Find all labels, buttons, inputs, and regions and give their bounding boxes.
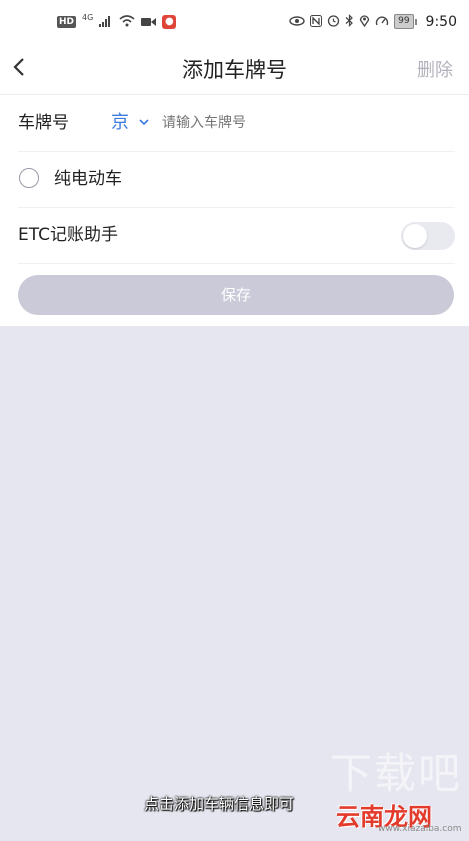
chevron-down-icon[interactable]: [138, 116, 150, 128]
eye-icon: [289, 13, 305, 31]
delete-button[interactable]: 删除: [417, 56, 453, 82]
nav-header: 添加车牌号 删除: [0, 44, 469, 95]
nfc-icon: [310, 12, 323, 31]
location-icon: [359, 12, 370, 31]
video-camera-icon: [141, 12, 157, 31]
wifi-icon: [119, 12, 135, 31]
speedometer-icon: [375, 12, 389, 31]
etc-row: ETC记账助手: [18, 208, 455, 264]
province-selector[interactable]: 京: [111, 95, 129, 151]
plate-number-input[interactable]: [162, 95, 432, 151]
save-button[interactable]: 保存: [18, 275, 454, 315]
bluetooth-icon: [345, 12, 354, 31]
watermark-large: 下载吧: [330, 749, 463, 798]
status-bar: HD 4G ● 99 9:50: [0, 0, 469, 44]
ev-label: 纯电动车: [54, 169, 122, 189]
etc-label: ETC记账助手: [18, 225, 118, 245]
signal-icon: [99, 12, 113, 31]
plate-label: 车牌号: [18, 113, 69, 133]
page-title: 添加车牌号: [182, 58, 287, 82]
plate-row: 车牌号 京: [18, 95, 455, 152]
ev-radio[interactable]: [19, 168, 39, 188]
network-type: 4G: [82, 13, 94, 22]
status-left: HD 4G ●: [57, 12, 177, 31]
status-right: 99 9:50: [289, 12, 457, 31]
video-caption: 点击添加车辆信息即可: [144, 795, 295, 813]
battery-icon: 99: [394, 14, 417, 29]
hd-badge: HD: [57, 15, 77, 28]
clock: 9:50: [425, 13, 457, 30]
ev-row[interactable]: 纯电动车: [18, 152, 455, 208]
microphone-icon: ●: [162, 14, 177, 29]
watermark-url: www.xiazaiba.com: [378, 824, 462, 834]
toggle-knob: [403, 224, 427, 248]
alarm-icon: [327, 12, 340, 31]
battery-level: 99: [394, 14, 414, 29]
etc-toggle[interactable]: [401, 222, 455, 250]
